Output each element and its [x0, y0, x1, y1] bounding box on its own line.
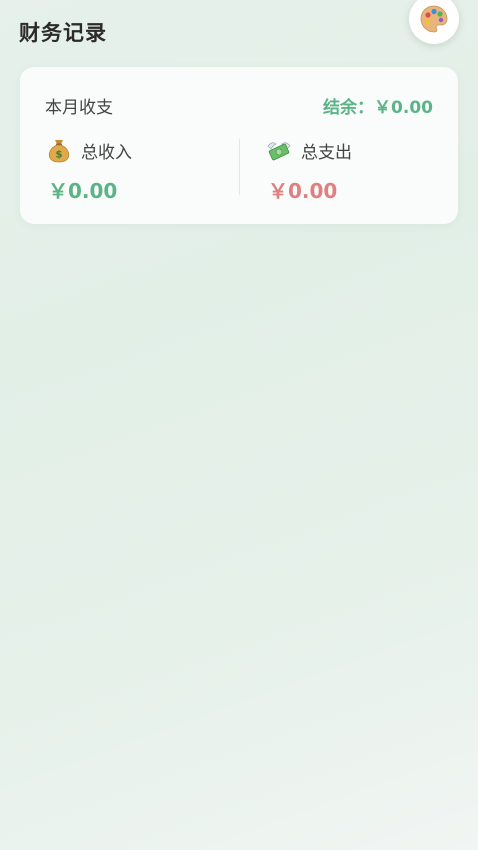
card-title: 本月收支 [45, 98, 113, 118]
expense-summary: 总支出 ￥0.00 [266, 137, 352, 204]
balance-value: ￥0.00 [374, 98, 433, 118]
balance: 结余： ￥0.00 [323, 93, 433, 118]
svg-text:$: $ [56, 150, 63, 161]
money-with-wings-icon [267, 142, 291, 161]
column-divider [239, 139, 240, 195]
income-label: 总收入 [81, 142, 132, 163]
theme-button[interactable] [409, 0, 459, 44]
expense-label: 总支出 [301, 142, 352, 163]
balance-label: 结余： [323, 98, 375, 118]
page-title: 财务记录 [19, 21, 107, 45]
palette-icon [420, 5, 448, 33]
money-bag-icon: $ [48, 140, 70, 163]
monthly-summary-card: 本月收支 结余： ￥0.00 $ 总收入 ￥0.00 总支出 ￥0.00 [20, 67, 458, 224]
income-amount: ￥0.00 [48, 179, 118, 203]
expense-amount: ￥0.00 [268, 179, 338, 203]
income-summary: $ 总收入 ￥0.00 [46, 137, 132, 204]
